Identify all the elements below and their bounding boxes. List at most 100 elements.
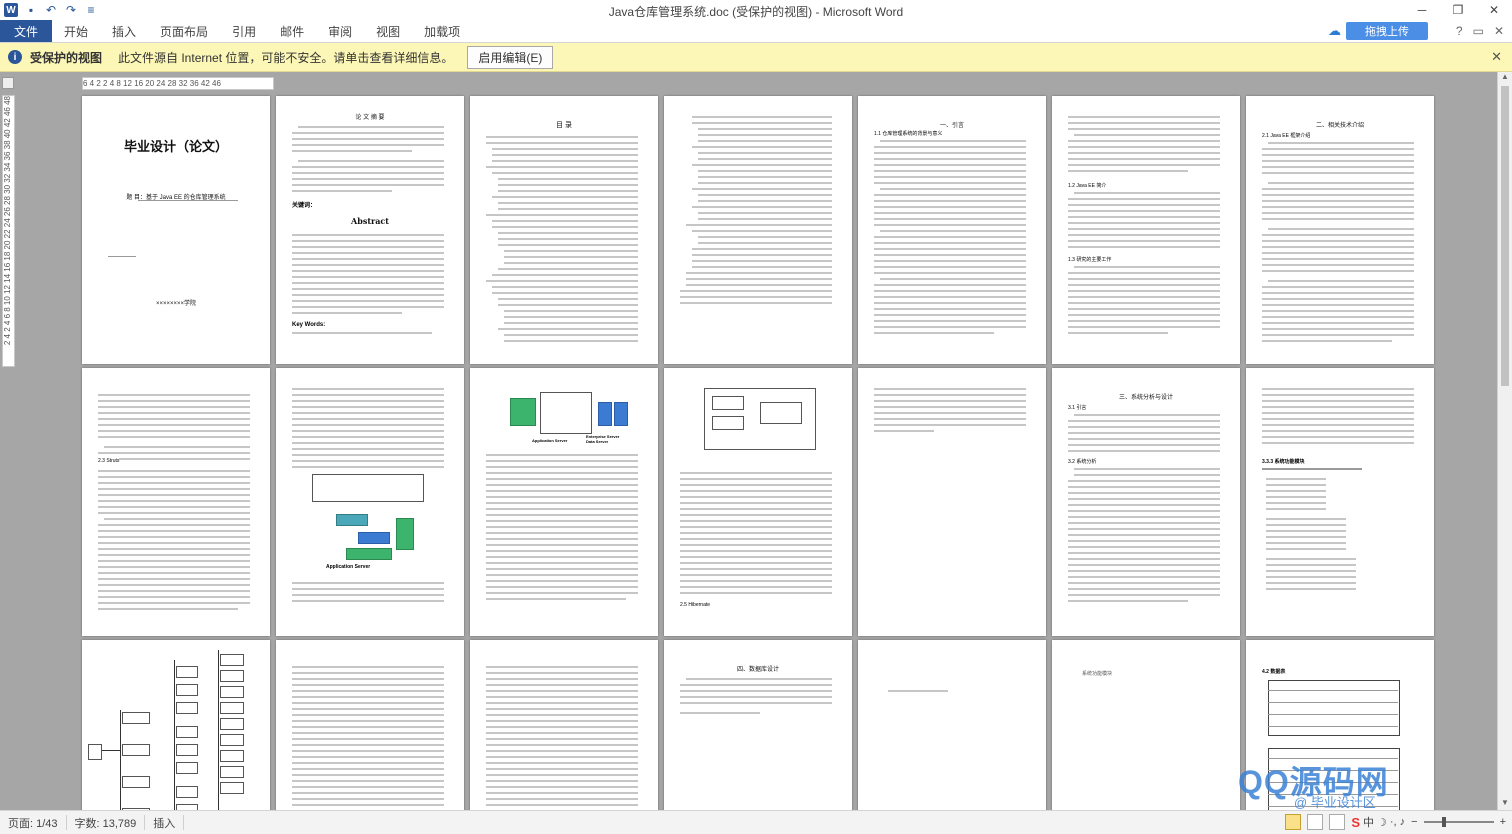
page4-class-box-2	[712, 416, 744, 430]
tab-home[interactable]: 开始	[52, 20, 100, 42]
scrollbar-thumb[interactable]	[1501, 86, 1509, 386]
page-chapter-1[interactable]: 一、引言 1.1 仓库管理系统的背景与意义	[858, 96, 1046, 364]
document-area[interactable]: 毕业设计（论文） 题 目：基于 Java EE 的仓库管理系统 ××××××××…	[14, 72, 1498, 810]
section-3-2: 3.2 系统分析	[1068, 459, 1097, 465]
page-chapter-4[interactable]: 四、数据库设计	[664, 640, 852, 810]
enable-editing-button[interactable]: 启用编辑(E)	[467, 45, 554, 69]
page-abstract[interactable]: 论 文 摘 要 关键词： Abstract Key Words:	[276, 96, 464, 364]
status-word-count[interactable]: 字数: 13,789	[67, 815, 146, 830]
ime-mode-icon[interactable]: 中	[1363, 814, 1374, 830]
web-layout-icon[interactable]	[1329, 814, 1346, 830]
cover-title: 毕业设计（论文）	[123, 140, 228, 155]
print-layout-icon[interactable]	[1307, 814, 1324, 830]
help-icon[interactable]: ?	[1456, 24, 1463, 38]
section-1-3: 1.3 研究的主要工作	[1068, 257, 1112, 263]
section-1-2: 1.2 Java EE 简介	[1068, 183, 1107, 189]
page3-diagram-server	[540, 392, 592, 434]
page-row3-6[interactable]: 系统功能模块	[1052, 640, 1240, 810]
drag-upload-button[interactable]: 拖拽上传	[1346, 22, 1428, 40]
module-node-1	[122, 712, 150, 724]
page-toc-1[interactable]: 目 录	[470, 96, 658, 364]
section-3-1: 3.1 引言	[1068, 405, 1087, 411]
save-icon[interactable]: ▪	[24, 3, 38, 17]
page-chapter-2[interactable]: 二、相关技术介绍 2.1 Java EE 框架介绍	[1246, 96, 1434, 364]
minimize-button[interactable]: ─	[1404, 0, 1440, 20]
page-row3-3[interactable]	[470, 640, 658, 810]
chapter-2-heading: 二、相关技术介绍	[1315, 123, 1364, 129]
sogou-ime-icon[interactable]: S	[1351, 815, 1360, 830]
ruler-toggle[interactable]	[2, 77, 14, 89]
page-row2-3[interactable]: Application Server Enterprise Server Dat…	[470, 368, 658, 636]
page2-app-server-label: Application Server	[326, 564, 371, 570]
zoom-slider[interactable]	[1423, 817, 1494, 827]
page2-diagram-top	[312, 474, 424, 502]
zoom-out-icon[interactable]: −	[1411, 816, 1417, 828]
vertical-ruler[interactable]: 2 4 2 4 6 8 10 12 14 16 18 20 22 24 26 2…	[2, 95, 15, 367]
tab-file[interactable]: 文件	[0, 20, 53, 42]
tab-page-layout[interactable]: 页面布局	[148, 20, 220, 42]
ribbon-close-icon[interactable]: ✕	[1494, 24, 1504, 38]
chapter-3-heading: 三、系统分析与设计	[1118, 395, 1173, 401]
ribbon-display-icon[interactable]: ▭	[1473, 24, 1484, 38]
tab-addins[interactable]: 加载项	[412, 20, 472, 42]
page2-diagram-box-1	[336, 514, 368, 526]
protected-view-message[interactable]: 此文件源自 Internet 位置，可能不安全。请单击查看详细信息。	[118, 49, 453, 66]
page-row2-4[interactable]: 2.5 Hibernate	[664, 368, 852, 636]
scroll-down-icon[interactable]: ▼	[1498, 798, 1512, 810]
keywords-label: 关键词：	[292, 203, 317, 209]
page2-diagram-box-3	[346, 548, 392, 560]
section-2-3: 2.3 Struts	[98, 458, 120, 464]
data-table-1	[1268, 680, 1400, 736]
page2-diagram-db	[396, 518, 414, 550]
protected-view-close-icon[interactable]: ✕	[1491, 49, 1502, 65]
undo-icon[interactable]: ↶	[44, 3, 58, 17]
ime-mic-icon[interactable]: ♪	[1400, 816, 1406, 828]
status-page[interactable]: 页面: 1/43	[0, 815, 67, 830]
word-app-icon[interactable]: W	[4, 3, 18, 17]
close-button[interactable]: ✕	[1476, 0, 1512, 20]
page-chapter-3[interactable]: 三、系统分析与设计 3.1 引言 3.2 系统分析	[1052, 368, 1240, 636]
module-root	[88, 744, 102, 760]
restore-button[interactable]: ❐	[1440, 0, 1476, 20]
read-mode-icon[interactable]	[1285, 814, 1302, 830]
ime-moon-icon[interactable]: ☽	[1377, 816, 1387, 829]
tab-mailings[interactable]: 邮件	[268, 20, 316, 42]
vertical-scrollbar[interactable]: ▲ ▼	[1497, 72, 1512, 810]
customize-toolbar-icon[interactable]: ≡	[84, 3, 98, 17]
zoom-in-icon[interactable]: +	[1500, 816, 1506, 828]
page-chapter-1-cont[interactable]: 1.2 Java EE 简介 1.3 研究的主要工作	[1052, 96, 1240, 364]
abstract-heading: 论 文 摘 要	[355, 115, 385, 121]
page4-class-box-3	[760, 402, 802, 424]
ime-punct-icon[interactable]: ·,	[1390, 816, 1397, 828]
tab-references[interactable]: 引用	[220, 20, 268, 42]
ime-toolbar[interactable]: S 中 ☽ ·, ♪	[1351, 814, 1405, 830]
page-row2-7[interactable]: 3.3.3 系统功能模块	[1246, 368, 1434, 636]
status-right-controls: S 中 ☽ ·, ♪ − +	[1285, 814, 1506, 830]
site-watermark: QQ源码网 @ 毕业设计区	[1238, 752, 1488, 810]
protected-view-bar: i 受保护的视图 此文件源自 Internet 位置，可能不安全。请单击查看详细…	[0, 43, 1512, 72]
page-row3-1[interactable]	[82, 640, 270, 810]
page-row3-5[interactable]	[858, 640, 1046, 810]
page-row2-5[interactable]	[858, 368, 1046, 636]
zoom-slider-knob[interactable]	[1441, 817, 1446, 827]
page3-db-server-label: Enterprise Server Data Server	[586, 434, 620, 444]
scroll-up-icon[interactable]: ▲	[1498, 72, 1512, 84]
tab-insert[interactable]: 插入	[100, 20, 148, 42]
status-insert-mode[interactable]: 插入	[145, 815, 185, 830]
cover-school: ××××××××学院	[155, 301, 197, 307]
page-cover[interactable]: 毕业设计（论文） 题 目：基于 Java EE 的仓库管理系统 ××××××××…	[82, 96, 270, 364]
page-toc-2[interactable]	[664, 96, 852, 364]
tab-review[interactable]: 审阅	[316, 20, 364, 42]
tab-view[interactable]: 视图	[364, 20, 412, 42]
section-4-2: 4.2 数据表	[1262, 669, 1286, 675]
page-row2-2[interactable]: Application Server	[276, 368, 464, 636]
section-2-5: 2.5 Hibernate	[680, 602, 711, 608]
status-bar: 页面: 1/43 字数: 13,789 插入 S 中 ☽ ·, ♪ − +	[0, 810, 1512, 834]
page-row3-2[interactable]	[276, 640, 464, 810]
section-2-1: 2.1 Java EE 框架介绍	[1262, 133, 1311, 139]
page-row2-1[interactable]: 2.3 Struts	[82, 368, 270, 636]
toc-heading: 目 录	[556, 122, 572, 129]
redo-icon[interactable]: ↷	[64, 3, 78, 17]
page2-diagram-box-2	[358, 532, 390, 544]
horizontal-ruler[interactable]: 6 4 2 2 4 8 12 16 20 24 28 32 36 42 46	[82, 77, 274, 90]
